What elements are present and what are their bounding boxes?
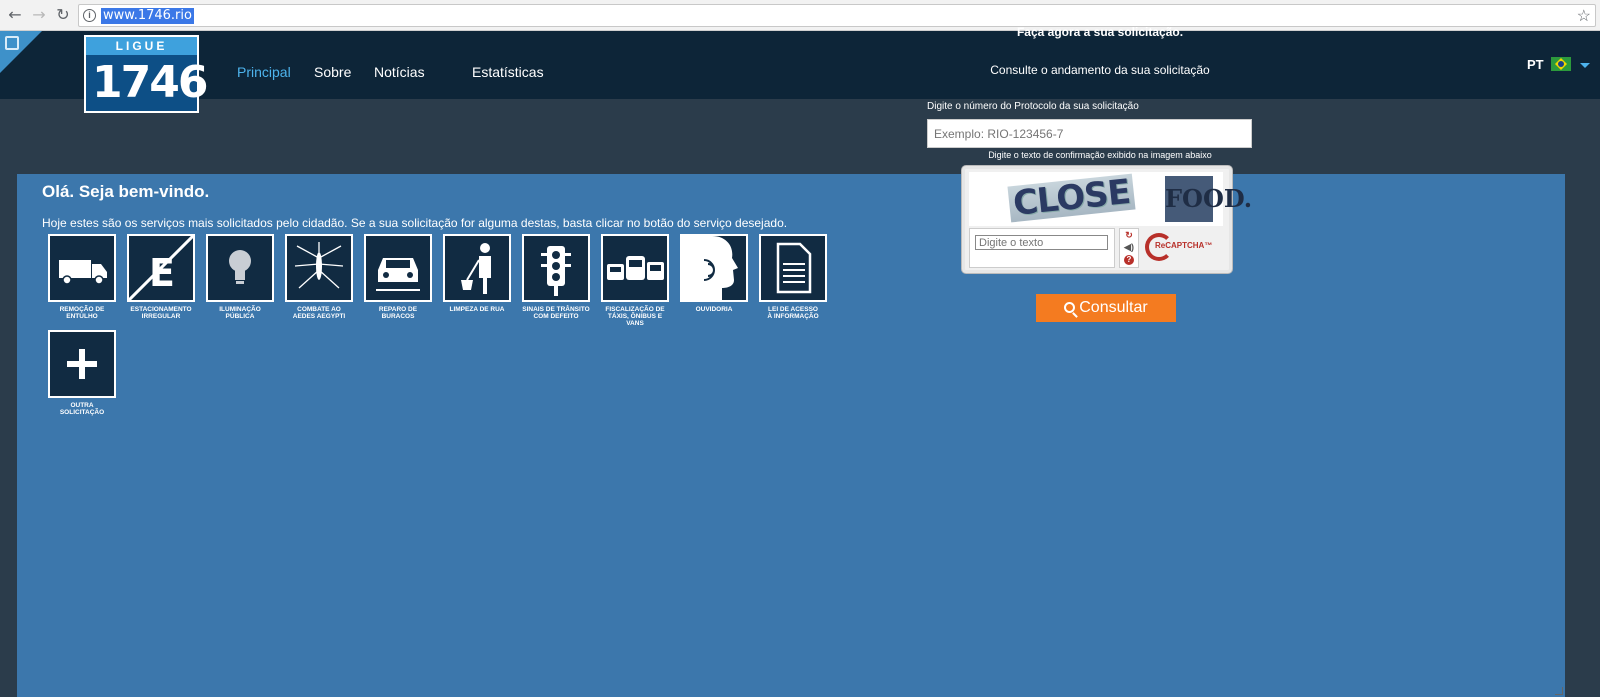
service-limpeza-rua[interactable]: LIMPEZA DE RUA (443, 234, 511, 313)
vehicles-icon (607, 256, 664, 280)
service-tile[interactable] (680, 234, 748, 302)
captcha-word-2: FOOD. (1165, 176, 1252, 222)
chevron-down-icon[interactable] (1580, 63, 1590, 68)
service-sinais-transito[interactable]: SINAIS DE TRÂNSITO COM DEFEITO (522, 234, 590, 320)
service-tile[interactable] (522, 234, 590, 302)
language-code[interactable]: PT (1527, 58, 1544, 72)
protocol-input[interactable] (927, 119, 1252, 148)
status-subtitle: Consulte o andamento da sua solicitação (990, 63, 1210, 77)
recaptcha-brand: ReCAPTCHA™ (1155, 241, 1213, 250)
logo-number: 1746 (92, 57, 208, 108)
service-tile[interactable] (206, 234, 274, 302)
no-parking-icon: E (129, 236, 193, 300)
service-label: SINAIS DE TRÂNSITO COM DEFEITO (522, 306, 590, 320)
captcha-image: CLOSE FOOD. (969, 172, 1252, 226)
captcha-input-wrap (969, 228, 1115, 268)
service-estacionamento-irregular[interactable]: E ESTACIONAMENTO IRREGULAR (127, 234, 195, 320)
service-label: FISCALIZAÇÃO DE TÁXIS, ÔNIBUS E VANS (605, 306, 665, 327)
url-text[interactable]: www.1746.rio (101, 8, 194, 24)
service-label: REMOÇÃO DE ENTULHO (59, 306, 105, 320)
nav-principal[interactable]: Principal (237, 64, 291, 80)
captcha-controls: ↻ ◀) ? (1119, 228, 1139, 268)
nav-sobre[interactable]: Sobre (314, 64, 351, 80)
service-label: COMBATE AO AEDES AEGYPTI (292, 306, 346, 320)
captcha-word-1: CLOSE (1007, 172, 1136, 224)
feedback-icon[interactable] (5, 36, 19, 50)
service-tile[interactable] (48, 234, 116, 302)
nav-noticias[interactable]: Notícias (374, 64, 425, 80)
service-tile[interactable] (48, 330, 116, 398)
refresh-icon[interactable]: ↻ (1124, 230, 1134, 240)
service-tile[interactable] (601, 234, 669, 302)
street-cleaner-icon (461, 243, 491, 294)
resize-grip (1555, 687, 1563, 695)
nav-estatisticas[interactable]: Estatísticas (472, 64, 544, 80)
service-label: LEI DE ACESSO À INFORMAÇÃO (767, 306, 819, 320)
service-tile[interactable] (759, 234, 827, 302)
service-outra-solicitacao[interactable]: OUTRA SOLICITAÇÃO (48, 330, 116, 416)
info-icon[interactable]: i (83, 9, 96, 22)
reload-icon[interactable]: ↻ (54, 6, 72, 24)
car-pothole-icon (376, 258, 420, 291)
bookmark-star-icon[interactable]: ☆ (1577, 6, 1591, 26)
service-fiscalizacao[interactable]: FISCALIZAÇÃO DE TÁXIS, ÔNIBUS E VANS (601, 234, 669, 327)
document-icon (776, 242, 812, 294)
service-reparo-buracos[interactable]: REPARO DE BURACOS (364, 234, 432, 320)
service-ouvidoria[interactable]: OUVIDORIA (680, 234, 748, 313)
help-icon[interactable]: ? (1124, 255, 1134, 265)
services-intro: Hoje estes são os serviços mais solicita… (42, 216, 788, 230)
recaptcha-logo: ReCAPTCHA™ (1145, 231, 1215, 265)
forward-icon[interactable]: → (30, 6, 48, 24)
service-label: LIMPEZA DE RUA (449, 306, 505, 313)
address-bar[interactable]: i www.1746.rio ☆ (78, 4, 1596, 27)
service-tile[interactable] (364, 234, 432, 302)
service-label: REPARO DE BURACOS (378, 306, 418, 320)
service-label: OUVIDORIA (695, 306, 733, 313)
mosquito-icon (294, 242, 344, 289)
protocol-label: Digite o número do Protocolo da sua soli… (927, 101, 1139, 112)
service-label: ILUMINAÇÃO PÚBLICA (219, 306, 261, 320)
service-tile[interactable]: E (127, 234, 195, 302)
browser-toolbar: ← → ↻ i www.1746.rio ☆ (0, 0, 1600, 31)
traffic-light-icon (541, 246, 571, 296)
site-header: LIGUE 1746 Principal Sobre Notícias Esta… (0, 31, 1600, 113)
service-iluminacao-publica[interactable]: ILUMINAÇÃO PÚBLICA (206, 234, 274, 320)
truck-icon (59, 260, 107, 285)
service-label: ESTACIONAMENTO IRREGULAR (130, 306, 192, 320)
main-panel: Olá. Seja bem-vindo. Hoje estes são os s… (17, 174, 1565, 697)
service-label: OUTRA SOLICITAÇÃO (59, 402, 105, 416)
captcha-input[interactable] (975, 235, 1108, 250)
service-tile[interactable] (443, 234, 511, 302)
audio-icon[interactable]: ◀) (1124, 242, 1134, 252)
lightbulb-icon (229, 250, 251, 284)
speaking-head-icon (703, 236, 746, 300)
plus-icon (67, 349, 97, 379)
logo-top-text: LIGUE (86, 37, 197, 55)
service-tile[interactable] (285, 234, 353, 302)
service-remocao-entulho[interactable]: REMOÇÃO DE ENTULHO (48, 234, 116, 320)
welcome-heading: Olá. Seja bem-vindo. (42, 182, 210, 201)
search-icon (1064, 302, 1076, 313)
captcha-label: Digite o texto de confirmação exibido na… (988, 150, 1212, 160)
request-title: Faça agora a sua solicitação. (1016, 25, 1184, 39)
service-combate-aedes[interactable]: COMBATE AO AEDES AEGYPTI (285, 234, 353, 320)
brazil-flag-icon[interactable] (1551, 57, 1571, 71)
captcha-widget: CLOSE FOOD. ↻ ◀) ? ReCAPTCHA™ (962, 166, 1252, 273)
service-lei-acesso[interactable]: LEI DE ACESSO À INFORMAÇÃO (759, 234, 827, 320)
back-icon[interactable]: ← (6, 6, 24, 24)
consultar-button[interactable]: Consultar (1036, 294, 1176, 322)
consultar-label: Consultar (1079, 299, 1148, 316)
logo[interactable]: LIGUE 1746 (84, 35, 208, 113)
